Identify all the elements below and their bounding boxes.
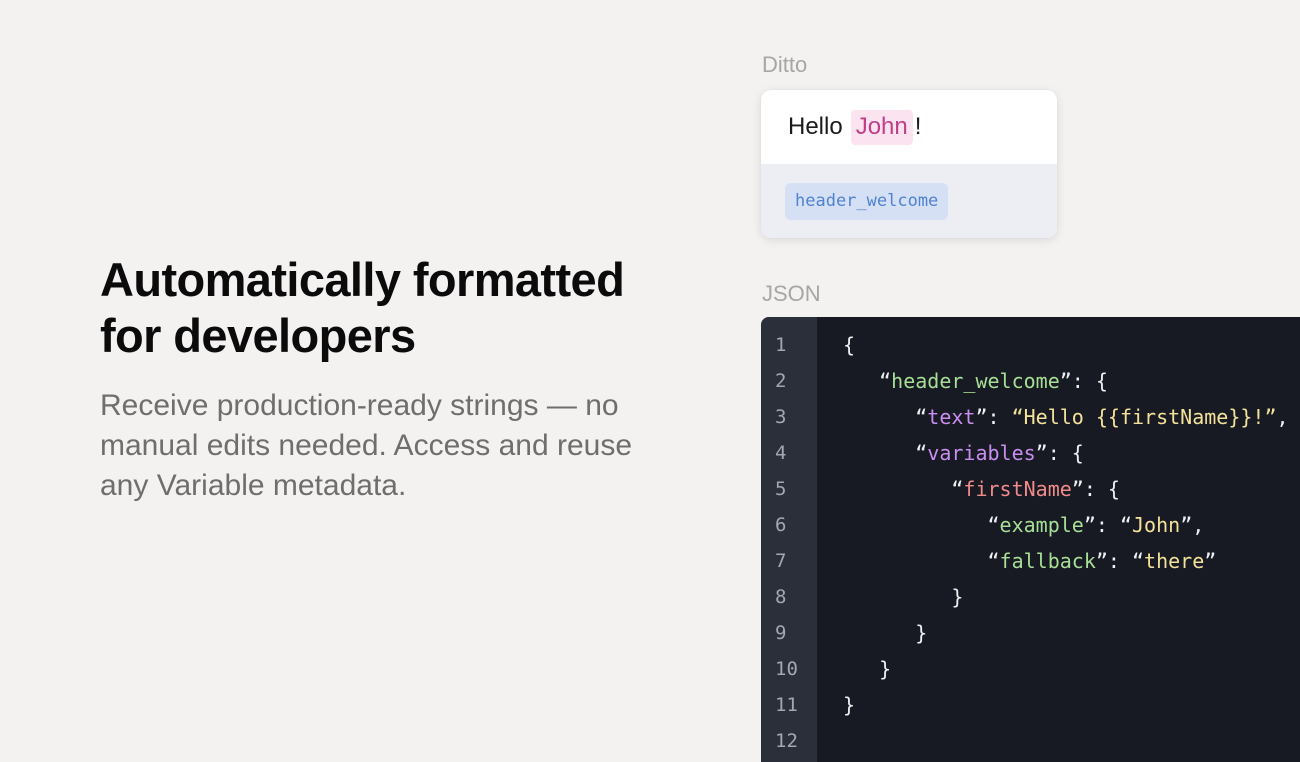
line-number: 5 — [775, 478, 787, 500]
hero-description: Receive production-ready strings — no ma… — [100, 389, 633, 502]
line-number: 7 — [775, 550, 787, 572]
punctuation-text: ! — [914, 113, 922, 140]
line-number: 8 — [775, 586, 787, 608]
hero-title-line2: for developers — [100, 309, 416, 362]
hero-section: Automatically formatted for developers R… — [100, 252, 700, 506]
code-line: “firstName”: { — [843, 477, 1120, 501]
line-number: 3 — [775, 406, 787, 428]
code-line: “fallback”: “there” — [843, 549, 1217, 573]
key-token: firstName — [963, 477, 1072, 501]
line-number: 12 — [775, 730, 798, 752]
hero-title: Automatically formatted for developers — [100, 252, 700, 364]
string-key-chip[interactable]: header_welcome — [785, 182, 949, 220]
json-label: JSON — [762, 281, 821, 306]
code-line: “text”: “Hello {{firstName}}!”, — [843, 405, 1289, 429]
code-line: } — [843, 657, 892, 681]
line-number-gutter: 1 2 3 4 5 6 7 8 9 10 11 12 — [761, 317, 817, 762]
code-line: } — [843, 621, 928, 645]
ditto-text-preview: Hello John ! — [761, 90, 1057, 164]
line-number: 9 — [775, 622, 787, 644]
greeting-text: Hello — [788, 113, 843, 140]
code-line: “example”: “John”, — [843, 513, 1205, 537]
ditto-key-row: header_welcome — [761, 164, 1057, 238]
code-line: “variables”: { — [843, 441, 1084, 465]
brace-token: { — [843, 333, 856, 357]
key-token: example — [999, 513, 1084, 537]
value-token: John — [1132, 513, 1181, 537]
json-code-panel: 1 2 3 4 5 6 7 8 9 10 11 12 { “header_wel… — [761, 317, 1300, 762]
key-token: variables — [927, 441, 1036, 465]
code-line: } — [843, 585, 964, 609]
hero-title-line1: Automatically formatted — [100, 253, 625, 306]
line-number: 2 — [775, 370, 787, 392]
key-token: text — [927, 405, 976, 429]
code-line: { — [843, 327, 1300, 363]
json-code: { “header_welcome”: { “text”: “Hello {{f… — [817, 317, 1300, 762]
code-line: “header_welcome”: { — [843, 369, 1108, 393]
line-number: 11 — [775, 694, 798, 716]
ditto-preview-card: Hello John ! header_welcome — [761, 90, 1057, 238]
ditto-label: Ditto — [762, 52, 808, 77]
value-token: Hello {{firstName}}! — [1023, 405, 1265, 429]
value-token: there — [1144, 549, 1205, 573]
key-token: header_welcome — [891, 369, 1060, 393]
line-number: 4 — [775, 442, 787, 464]
brace-token: } — [843, 693, 856, 717]
line-number: 6 — [775, 514, 787, 536]
code-line: } — [843, 687, 1300, 723]
variable-chip[interactable]: John — [850, 109, 913, 145]
line-number: 10 — [775, 658, 798, 680]
key-token: fallback — [999, 549, 1096, 573]
line-number: 1 — [775, 334, 787, 356]
